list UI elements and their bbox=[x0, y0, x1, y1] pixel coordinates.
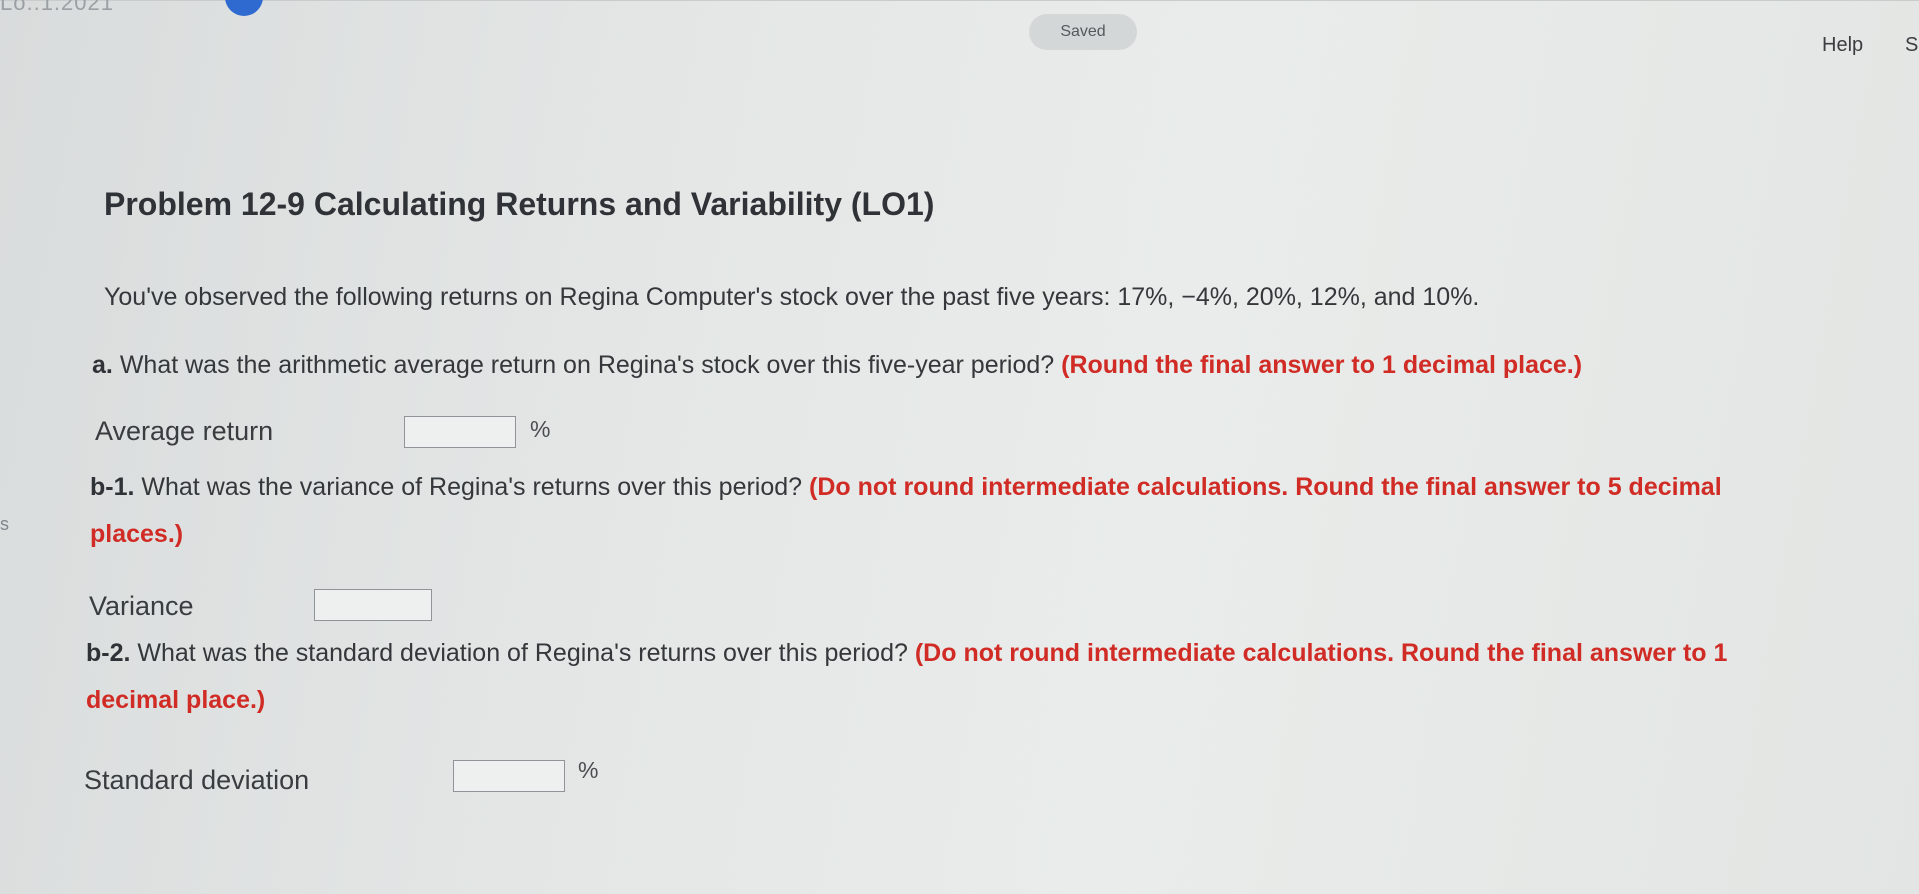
problem-stem: You've observed the following returns on… bbox=[104, 283, 1480, 311]
average-return-unit: % bbox=[530, 416, 551, 442]
standard-deviation-unit: % bbox=[578, 757, 599, 783]
question-text: What was the standard deviation of Regin… bbox=[137, 639, 908, 667]
save-exit-link[interactable]: Sa bbox=[1905, 34, 1919, 57]
average-return-label: Average return bbox=[95, 416, 274, 446]
header-edge-text: Lo..1.2021 bbox=[0, 0, 114, 15]
variance-input[interactable] bbox=[314, 589, 432, 621]
question-b2: b-2. What was the standard deviation of … bbox=[86, 630, 1746, 724]
header-edge: Lo..1.2021 bbox=[0, 0, 263, 22]
standard-deviation-label: Standard deviation bbox=[84, 765, 310, 795]
notification-badge-icon[interactable] bbox=[225, 0, 263, 16]
saved-status-badge: Saved bbox=[1029, 14, 1137, 50]
question-number: b-2. bbox=[86, 639, 131, 667]
question-number: b-1. bbox=[90, 473, 135, 501]
question-a: a. What was the arithmetic average retur… bbox=[92, 342, 1582, 389]
question-instruction: (Round the final answer to 1 decimal pla… bbox=[1061, 351, 1583, 379]
problem-title: Problem 12-9 Calculating Returns and Var… bbox=[104, 186, 935, 222]
header-divider bbox=[0, 0, 1919, 1]
left-edge-marker: s bbox=[0, 514, 9, 534]
help-link[interactable]: Help bbox=[1822, 34, 1863, 57]
question-text: What was the arithmetic average return o… bbox=[119, 351, 1055, 379]
variance-label: Variance bbox=[89, 591, 194, 621]
question-b1: b-1. What was the variance of Regina's r… bbox=[90, 464, 1740, 558]
question-text: What was the variance of Regina's return… bbox=[141, 473, 803, 501]
standard-deviation-input[interactable] bbox=[453, 760, 565, 792]
average-return-input[interactable] bbox=[404, 416, 516, 448]
question-number: a. bbox=[92, 351, 113, 379]
